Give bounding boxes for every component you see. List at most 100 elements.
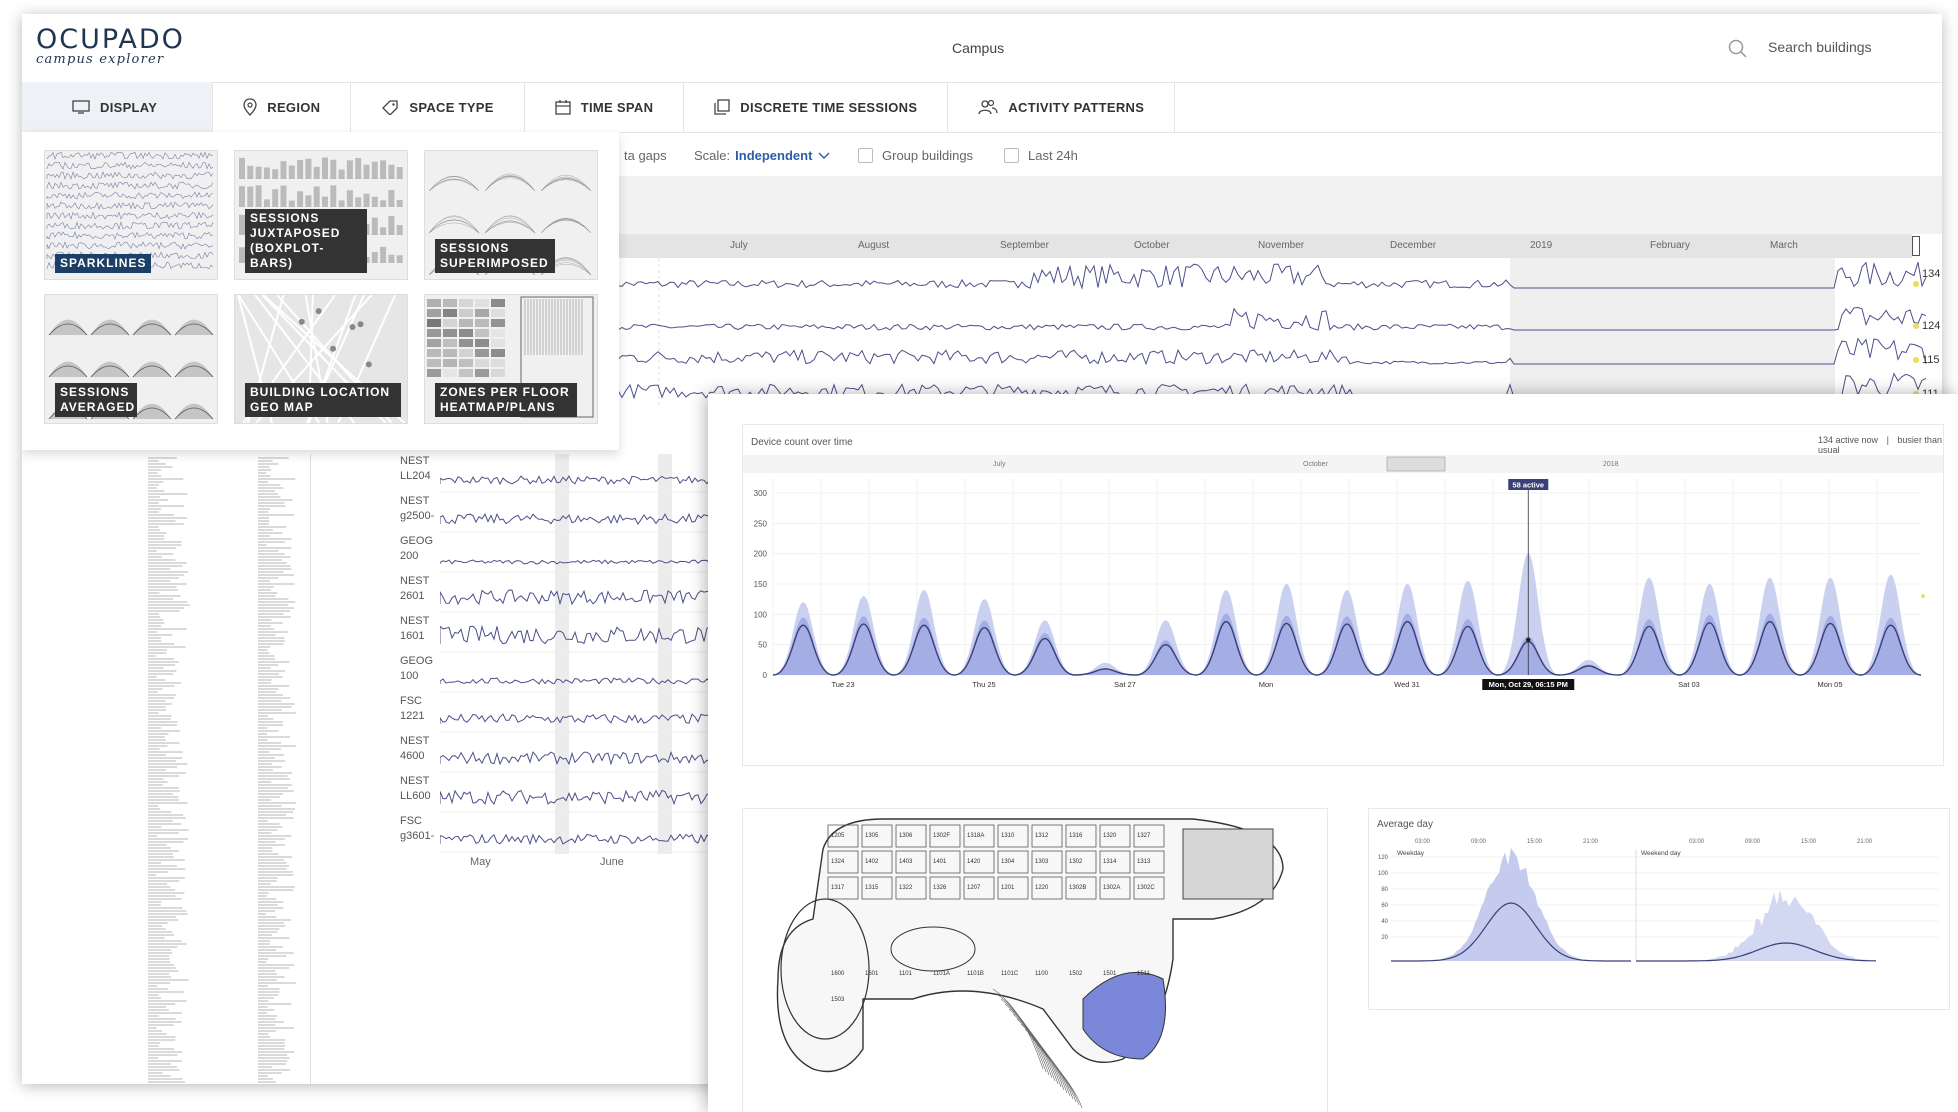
building-label[interactable]: NEST LL204: [400, 454, 431, 484]
tab-region[interactable]: REGION: [213, 82, 352, 132]
mini-bar: [388, 164, 395, 179]
display-dropdown: SPARKLINES SESSIONS JUXTAPOSED (BOXPLOT-…: [22, 132, 619, 450]
room-label: 1302: [1069, 859, 1083, 865]
month-label: December: [1390, 240, 1437, 251]
display-option-sessions-averaged[interactable]: SESSIONS AVERAGED: [44, 294, 218, 424]
mini-bar: [297, 191, 304, 207]
tab-display[interactable]: DISPLAY: [22, 82, 214, 132]
heat-cell: [475, 329, 489, 337]
mini-band: [49, 361, 87, 377]
y-tick-label: 150: [754, 580, 768, 589]
building-sparkline: [440, 559, 729, 565]
display-option-geo-map[interactable]: BUILDING LOCATION GEO MAP: [234, 294, 408, 424]
mini-curve: [484, 217, 536, 234]
room-label: 1101: [899, 971, 913, 977]
weekday-label: Weekday: [1397, 850, 1425, 857]
calendar-icon: [555, 100, 571, 115]
display-option-zones-heatmap[interactable]: ZONES PER FLOOR HEATMAP/PLANS: [424, 294, 598, 424]
mini-bar: [380, 246, 387, 263]
tab-bar: DISPLAY REGION SPACE TYPE TIME SPAN DISC…: [22, 82, 1942, 133]
mini-bar: [346, 190, 353, 207]
time-brush-handle[interactable]: [1912, 236, 1920, 256]
device-count-card: Device count over time 134 active now | …: [742, 424, 1944, 766]
device-count-chart[interactable]: July October 2018 0 50 100 150 200 250 300 Tue 23 T…: [743, 453, 1943, 763]
search-input[interactable]: [1766, 38, 1930, 56]
building-label[interactable]: GEOG 200: [400, 534, 433, 564]
mini-curve: [428, 216, 480, 234]
tab-discrete-time-sessions[interactable]: DISCRETE TIME SESSIONS: [684, 82, 949, 132]
mini-band: [175, 403, 213, 419]
room-label: 1318A: [967, 833, 984, 839]
heat-cell: [427, 349, 441, 357]
building-label[interactable]: NEST 4600: [400, 734, 429, 764]
map-marker: [357, 321, 364, 328]
checkbox-box[interactable]: [858, 148, 873, 163]
heat-cell: [475, 309, 489, 317]
room-label: 1402: [865, 859, 879, 865]
scale-select[interactable]: Scale: Independent: [694, 148, 830, 163]
room-label: 1101A: [933, 971, 950, 977]
search-icon[interactable]: [1727, 38, 1749, 60]
monitor-icon: [72, 100, 90, 114]
display-option-sessions-juxtaposed[interactable]: SESSIONS JUXTAPOSED (BOXPLOT-BARS): [234, 150, 408, 280]
active-now-text: 134 active now: [1818, 435, 1879, 445]
mini-curve: [428, 178, 480, 192]
room-label: 1317: [831, 885, 845, 891]
room-label: 1315: [865, 885, 879, 891]
building-sparkline: [440, 713, 729, 724]
heat-cell: [443, 319, 457, 327]
mini-sparkline: [46, 221, 214, 230]
mini-sparkline: [46, 151, 214, 160]
mini-curve: [484, 215, 536, 234]
device-count-title: Device count over time: [751, 437, 853, 448]
overview-label: 2018: [1603, 461, 1619, 468]
mini-bar: [371, 252, 378, 263]
room-label: 1403: [899, 859, 913, 865]
display-option-sparklines[interactable]: SPARKLINES: [44, 150, 218, 280]
tooltip-active: 58 active: [1512, 481, 1544, 490]
heat-cell: [491, 329, 505, 337]
tab-space-type[interactable]: SPACE TYPE: [351, 82, 525, 132]
tab-label: DISCRETE TIME SESSIONS: [740, 99, 918, 115]
heat-cell: [475, 369, 489, 377]
heat-cell: [459, 309, 473, 317]
tab-time-span[interactable]: TIME SPAN: [525, 82, 685, 132]
data-gaps-toggle[interactable]: ta gaps: [624, 148, 667, 163]
checkbox-box[interactable]: [1004, 148, 1019, 163]
tab-activity-patterns[interactable]: ACTIVITY PATTERNS: [948, 82, 1176, 132]
mini-sparkline: [46, 241, 214, 250]
status-separator: |: [1886, 435, 1889, 445]
mini-bar: [313, 186, 320, 207]
mini-band: [133, 361, 171, 377]
option-label: SESSIONS JUXTAPOSED (BOXPLOT-BARS): [245, 209, 367, 273]
mini-bar: [272, 189, 279, 207]
mini-curve: [540, 175, 592, 192]
building-label[interactable]: NEST 2601: [400, 574, 429, 604]
floor-plan[interactable]: 1205 1305 1306 1302F 1318A 1310 1312 1316 1320 13…: [743, 809, 1327, 1112]
scale-value: Independent: [735, 148, 813, 163]
month-label: July: [730, 240, 748, 251]
hover-point: [1526, 637, 1531, 643]
building-label[interactable]: FSC 1221: [400, 694, 424, 724]
display-option-sessions-superimposed[interactable]: SESSIONS SUPERIMPOSED: [424, 150, 598, 280]
mini-bar: [380, 160, 387, 179]
mini-bar: [255, 185, 262, 207]
building-label[interactable]: NEST 1601: [400, 614, 429, 644]
y-tick-label: 200: [754, 550, 768, 559]
mini-sparkline: [46, 171, 214, 180]
heat-cell: [443, 349, 457, 357]
mini-bar: [263, 199, 270, 207]
heat-cell: [491, 319, 505, 327]
heat-cell: [491, 309, 505, 317]
group-buildings-checkbox[interactable]: Group buildings: [858, 148, 973, 163]
room-label: 1201: [1001, 885, 1015, 891]
logo[interactable]: OCUPADO campus explorer: [36, 26, 185, 68]
building-label[interactable]: NEST g2500-: [400, 494, 434, 524]
building-label[interactable]: NEST LL600: [400, 774, 431, 804]
building-sparkline: [440, 624, 729, 645]
building-label[interactable]: GEOG 100: [400, 654, 433, 684]
last-24h-checkbox[interactable]: Last 24h: [1004, 148, 1078, 163]
building-label[interactable]: FSC g3601-: [400, 814, 434, 844]
mini-curve: [484, 177, 536, 192]
hour-tick: 03:00: [1689, 839, 1705, 845]
